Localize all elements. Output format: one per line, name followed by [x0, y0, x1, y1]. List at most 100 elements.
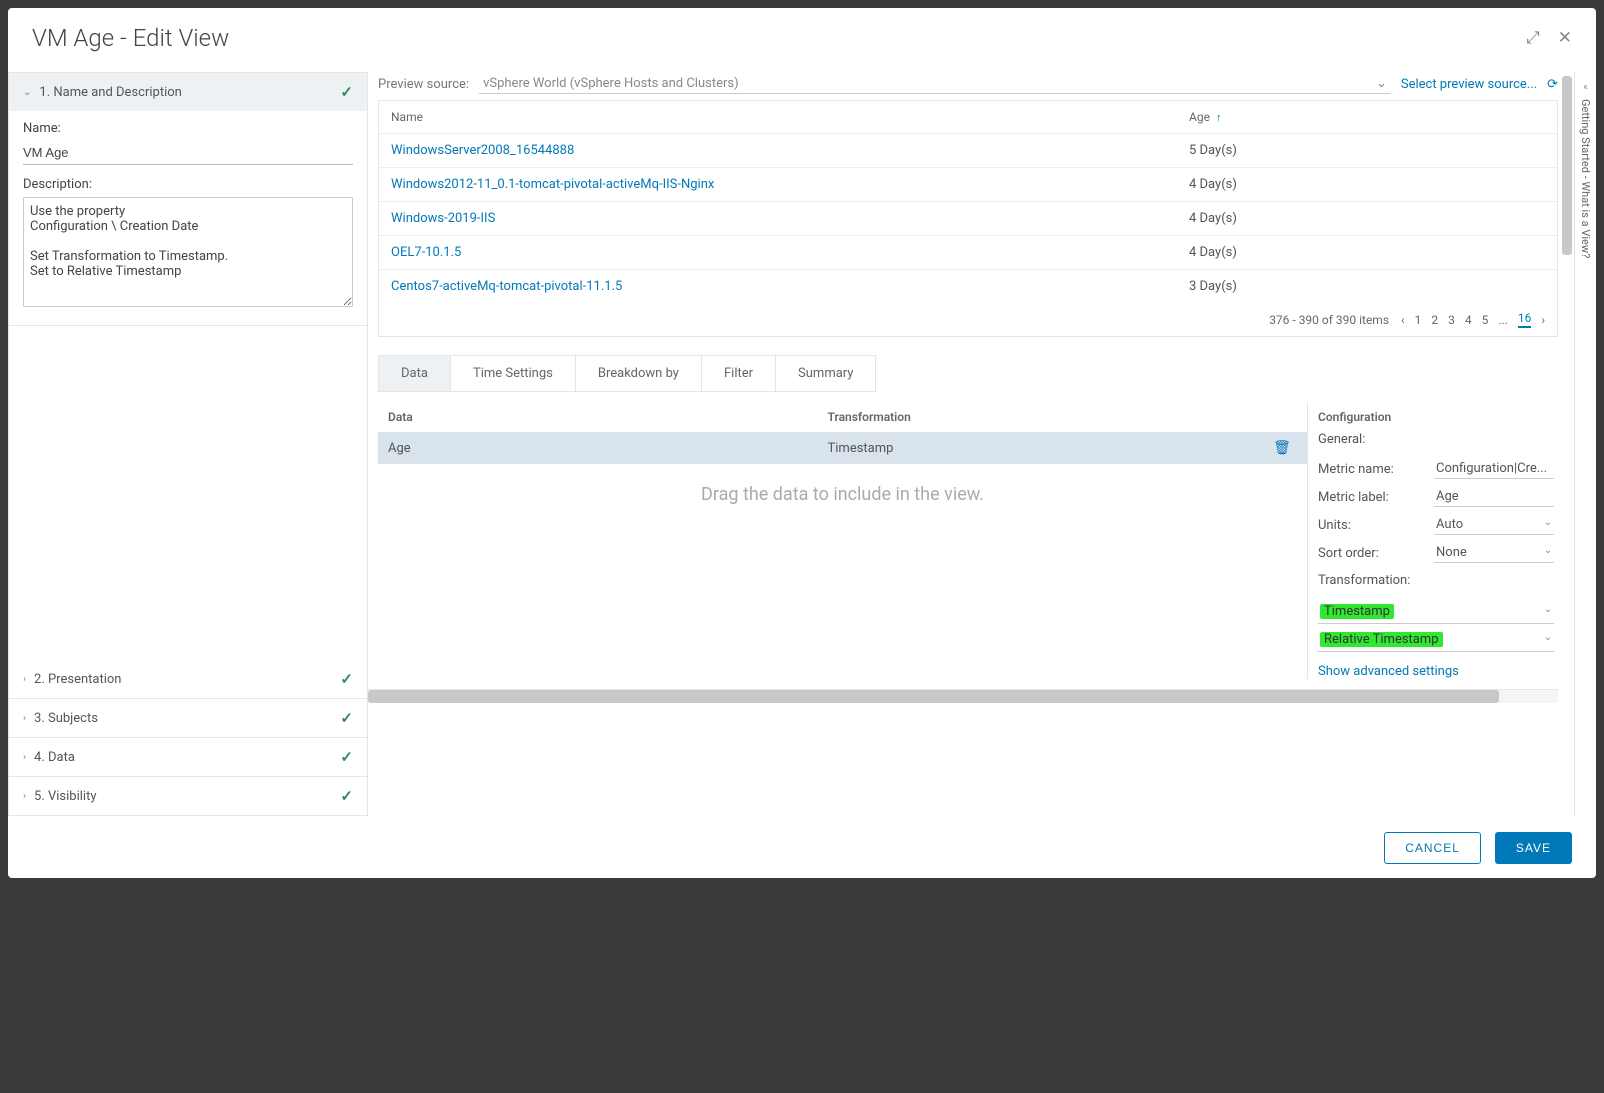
data-list: Data Transformation Age Timestamp 🗑 Drag… — [378, 402, 1308, 679]
tab-data[interactable]: Data — [379, 356, 451, 391]
step-presentation[interactable]: › 2. Presentation ✓ — [9, 660, 367, 698]
chevron-right-icon: › — [23, 791, 26, 802]
sort-asc-icon: ↑ — [1216, 111, 1222, 124]
vertical-scrollbar[interactable] — [1562, 76, 1572, 716]
drag-hint: Drag the data to include in the view. — [378, 464, 1307, 535]
tab-filter[interactable]: Filter — [702, 356, 776, 391]
pager-page[interactable]: 4 — [1465, 313, 1472, 327]
config-header: Configuration — [1318, 402, 1554, 430]
step-label: 3. Subjects — [34, 711, 98, 726]
pager: 376 - 390 of 390 items ‹ 1 2 3 4 5 ... 1… — [379, 303, 1557, 336]
chevron-right-icon: › — [23, 713, 26, 724]
horizontal-scrollbar[interactable] — [368, 689, 1558, 703]
pager-ellipsis: ... — [1498, 313, 1508, 327]
wizard-steps: ⌄ 1. Name and Description ✓ Name: Descri… — [8, 72, 368, 816]
chevron-down-icon: ⌄ — [1544, 517, 1552, 532]
chevron-down-icon: ⌄ — [1544, 545, 1552, 560]
preview-table: Name Age↑ WindowsServer2008_16544888 5 D… — [378, 100, 1558, 337]
pager-page[interactable]: 2 — [1431, 313, 1438, 327]
vm-link[interactable]: Windows-2019-IIS — [379, 202, 1177, 235]
chevron-right-icon: › — [23, 674, 26, 685]
maximize-icon[interactable]: ⤢ — [1526, 28, 1540, 48]
tab-time-settings[interactable]: Time Settings — [451, 356, 576, 391]
config-general: General: — [1318, 430, 1554, 455]
check-icon: ✓ — [340, 709, 353, 727]
metric-name-field[interactable]: Configuration|Cre... — [1434, 459, 1554, 479]
metric-name-label: Metric name: — [1318, 462, 1394, 477]
metric-label-field[interactable]: Age — [1434, 487, 1554, 507]
step-subjects[interactable]: › 3. Subjects ✓ — [9, 699, 367, 737]
name-label: Name: — [23, 121, 353, 136]
tab-summary[interactable]: Summary — [776, 356, 875, 391]
pager-next[interactable]: › — [1541, 313, 1545, 327]
col-data: Data — [388, 410, 828, 424]
chevron-down-icon: ⌄ — [23, 87, 31, 98]
metric-label-label: Metric label: — [1318, 490, 1389, 505]
check-icon: ✓ — [340, 748, 353, 766]
name-input[interactable] — [23, 141, 353, 165]
vm-link[interactable]: WindowsServer2008_16544888 — [379, 134, 1177, 167]
dialog-footer: CANCEL SAVE — [8, 816, 1596, 878]
chevron-down-icon: ⌄ — [1544, 604, 1552, 619]
vm-link[interactable]: Windows2012-11_0.1-tomcat-pivotal-active… — [379, 168, 1177, 201]
close-icon[interactable]: ✕ — [1558, 28, 1572, 48]
delete-icon[interactable]: 🗑 — [1267, 440, 1297, 456]
collapse-icon: « — [1583, 82, 1588, 93]
sort-label: Sort order: — [1318, 546, 1379, 561]
pager-page[interactable]: 1 — [1415, 313, 1422, 327]
col-age[interactable]: Age↑ — [1177, 101, 1337, 133]
transformation-label: Transformation: — [1318, 567, 1554, 596]
pager-prev[interactable]: ‹ — [1401, 313, 1405, 327]
pager-page-current[interactable]: 16 — [1518, 311, 1532, 328]
config-tabs: Data Time Settings Breakdown by Filter S… — [378, 355, 876, 392]
refresh-icon[interactable]: ⟳ — [1547, 77, 1558, 92]
units-select[interactable]: Auto⌄ — [1434, 515, 1554, 535]
table-row[interactable]: Windows2012-11_0.1-tomcat-pivotal-active… — [379, 168, 1557, 202]
description-textarea[interactable]: Use the property Configuration \ Creatio… — [23, 197, 353, 307]
pager-page[interactable]: 5 — [1482, 313, 1489, 327]
col-name[interactable]: Name — [379, 101, 1177, 133]
select-preview-source-link[interactable]: Select preview source... — [1401, 77, 1537, 92]
table-row[interactable]: WindowsServer2008_16544888 5 Day(s) — [379, 134, 1557, 168]
table-row[interactable]: Windows-2019-IIS 4 Day(s) — [379, 202, 1557, 236]
step-data[interactable]: › 4. Data ✓ — [9, 738, 367, 776]
cancel-button[interactable]: CANCEL — [1384, 832, 1481, 864]
chevron-down-icon: ⌄ — [1544, 632, 1552, 647]
preview-source-row: Preview source: vSphere World (vSphere H… — [368, 72, 1568, 100]
check-icon: ✓ — [340, 670, 353, 688]
description-label: Description: — [23, 177, 353, 192]
getting-started-tab[interactable]: « Getting Started - What is a View? — [1574, 72, 1596, 816]
chevron-right-icon: › — [23, 752, 26, 763]
vm-link[interactable]: OEL7-10.1.5 — [379, 236, 1177, 269]
edit-view-dialog: VM Age - Edit View ⤢ ✕ ⌄ 1. Name and Des… — [8, 8, 1596, 878]
dialog-title: VM Age - Edit View — [32, 24, 229, 52]
step-label: 5. Visibility — [34, 789, 96, 804]
table-row[interactable]: Centos7-activeMq-tomcat-pivotal-11.1.5 3… — [379, 270, 1557, 303]
step-body: Name: Description: Use the property Conf… — [9, 111, 367, 325]
data-row[interactable]: Age Timestamp 🗑 — [378, 432, 1307, 464]
save-button[interactable]: SAVE — [1495, 832, 1572, 864]
transformation-select[interactable]: Timestamp ⌄ — [1318, 600, 1554, 624]
check-icon: ✓ — [340, 83, 353, 101]
show-advanced-link[interactable]: Show advanced settings — [1318, 664, 1459, 679]
tab-breakdown-by[interactable]: Breakdown by — [576, 356, 702, 391]
step-label: 4. Data — [34, 750, 75, 765]
transformation-sub-select[interactable]: Relative Timestamp ⌄ — [1318, 628, 1554, 652]
pager-page[interactable]: 3 — [1448, 313, 1455, 327]
pager-summary: 376 - 390 of 390 items — [1269, 313, 1389, 327]
check-icon: ✓ — [340, 787, 353, 805]
step-label: 2. Presentation — [34, 672, 121, 687]
chevron-down-icon: ⌄ — [1376, 76, 1387, 91]
units-label: Units: — [1318, 518, 1351, 533]
table-row[interactable]: OEL7-10.1.5 4 Day(s) — [379, 236, 1557, 270]
preview-source-label: Preview source: — [378, 77, 469, 92]
preview-source-select[interactable]: vSphere World (vSphere Hosts and Cluster… — [479, 74, 1391, 94]
step-name-description[interactable]: ⌄ 1. Name and Description ✓ — [9, 73, 367, 111]
sort-select[interactable]: None⌄ — [1434, 543, 1554, 563]
step-label: 1. Name and Description — [39, 85, 181, 100]
step-visibility[interactable]: › 5. Visibility ✓ — [9, 777, 367, 815]
col-transformation: Transformation — [828, 410, 1268, 424]
dialog-header: VM Age - Edit View ⤢ ✕ — [8, 8, 1596, 72]
vm-link[interactable]: Centos7-activeMq-tomcat-pivotal-11.1.5 — [379, 270, 1177, 303]
config-panel: Configuration General: Metric name: Conf… — [1308, 402, 1558, 679]
